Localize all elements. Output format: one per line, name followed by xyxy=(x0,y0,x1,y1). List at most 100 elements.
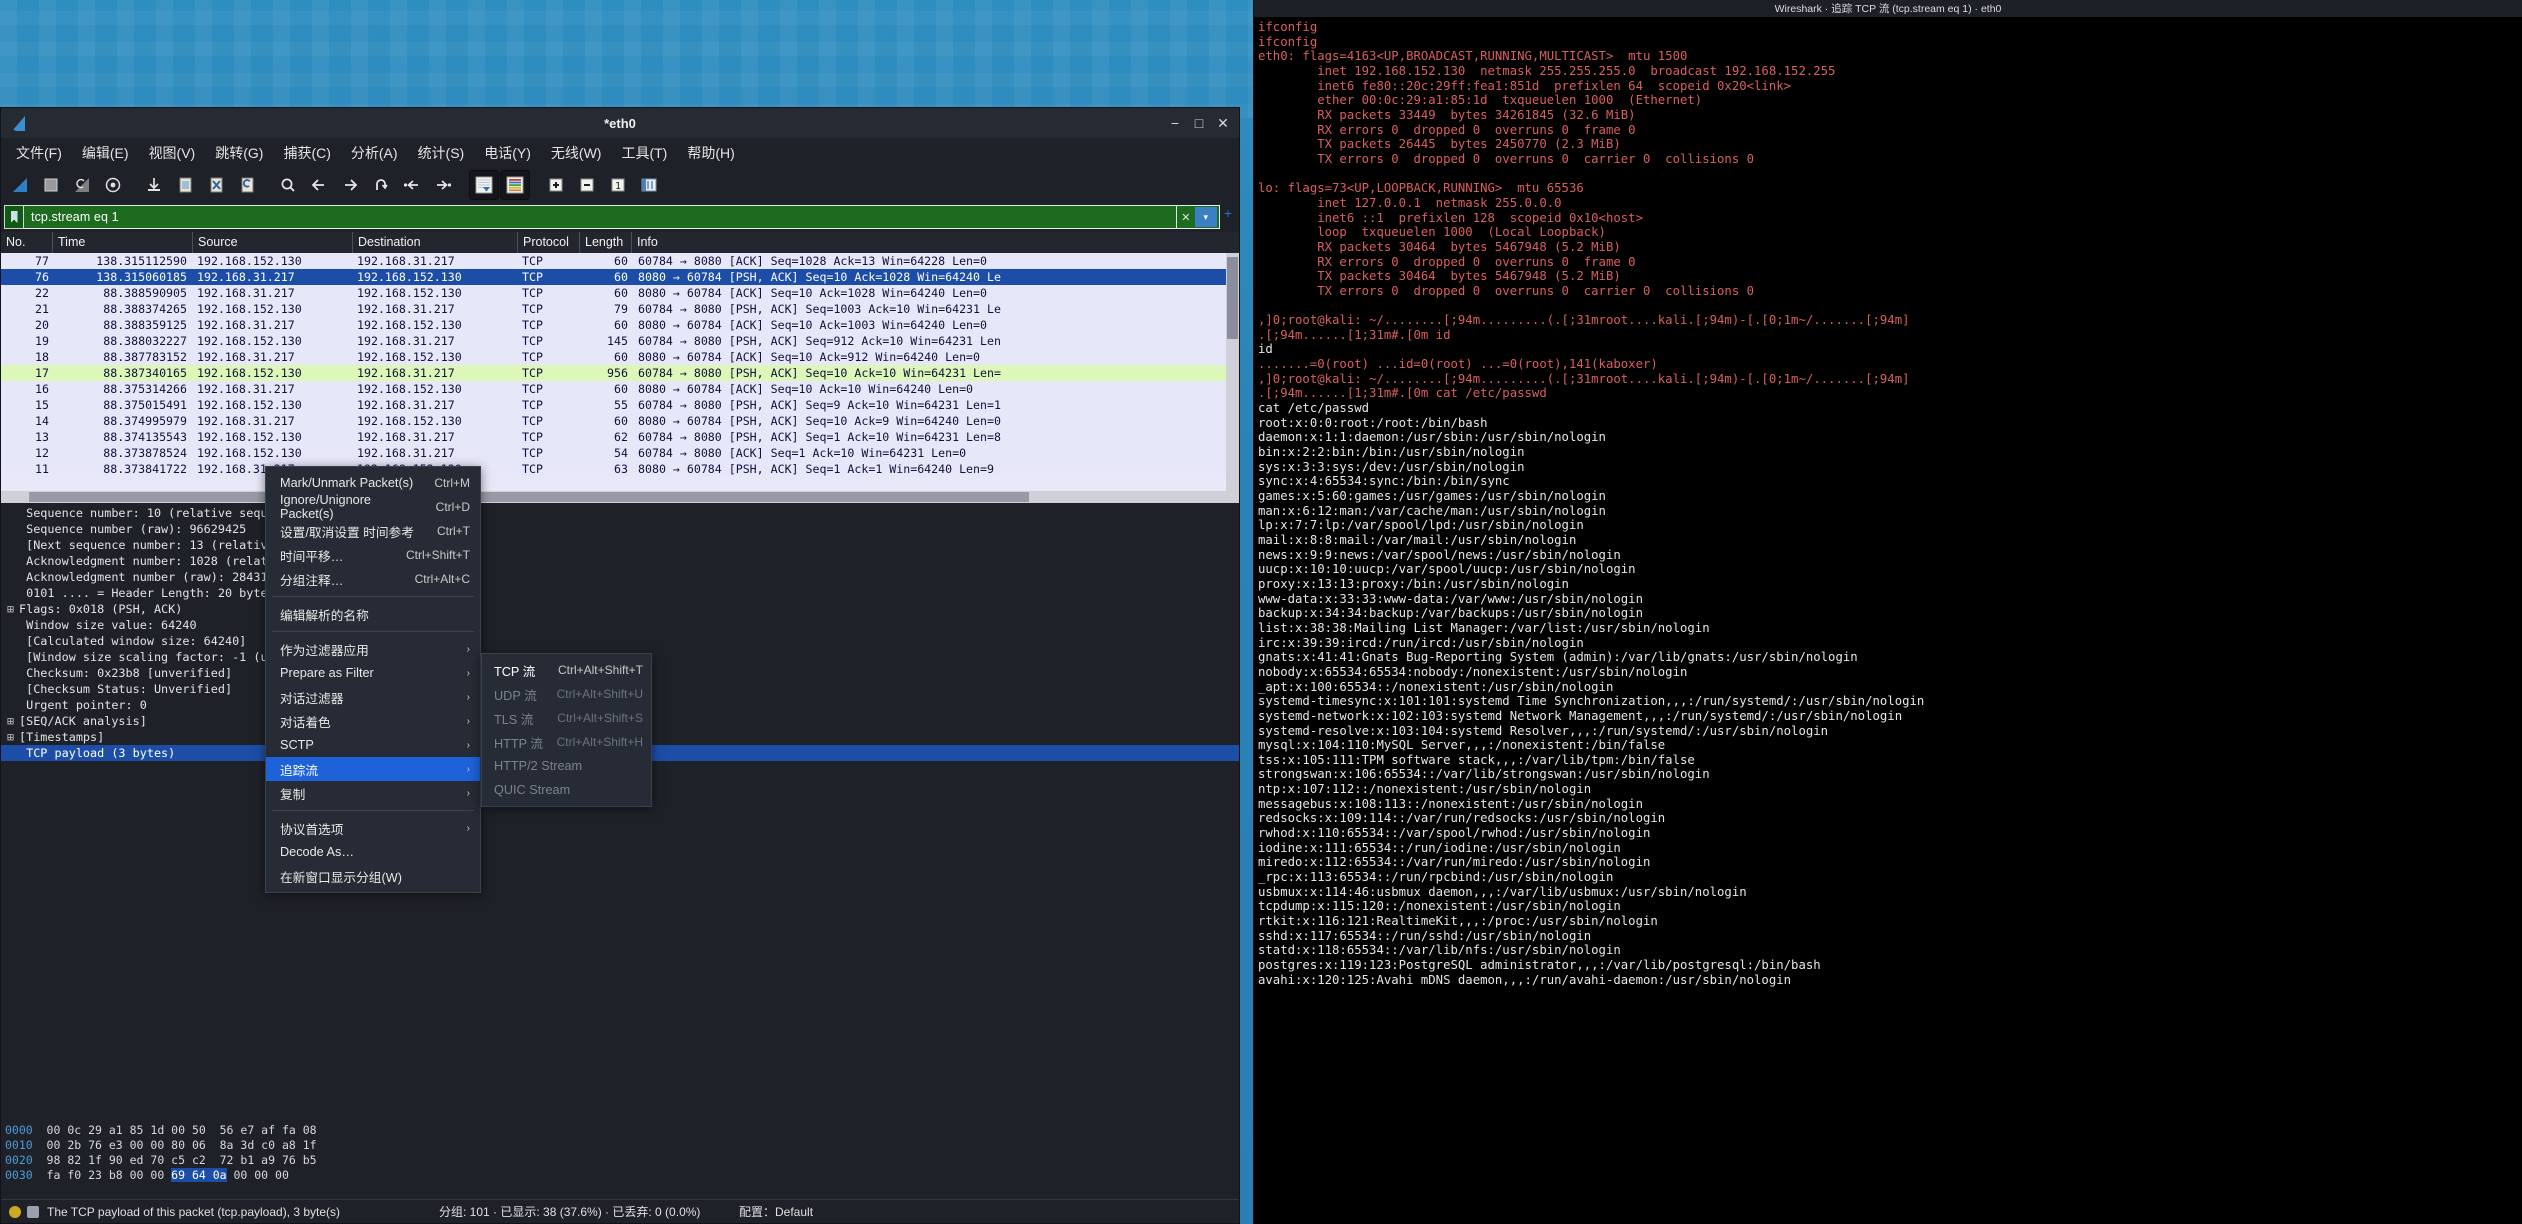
packet-row[interactable]: 15 88.375015491 192.168.152.130 192.168.31.… xyxy=(1,397,1239,413)
packet-list-rows[interactable]: 77 138.315112590 192.168.152.130 192.168.31… xyxy=(1,253,1239,491)
menu-telephony[interactable]: 电话(Y) xyxy=(475,140,540,166)
detail-row[interactable]: ⊞ Flags: 0x018 (PSH, ACK) xyxy=(1,601,1239,617)
zoom-reset-icon[interactable]: 1 xyxy=(603,170,633,200)
context-menu-item[interactable]: 在新窗口显示分组(W) xyxy=(266,864,480,888)
packet-row[interactable]: 18 88.387783152 192.168.31.217 192.168.152.… xyxy=(1,349,1239,365)
menu-file[interactable]: 文件(F) xyxy=(7,140,71,166)
hex-dump-row[interactable]: 0000 00 0c 29 a1 85 1d 00 50 56 e7 af fa… xyxy=(1,1123,1239,1138)
menu-help[interactable]: 帮助(H) xyxy=(678,140,743,166)
save-file-icon[interactable] xyxy=(170,170,200,200)
context-menu-item[interactable]: SCTP › xyxy=(266,733,480,757)
go-first-packet-icon[interactable] xyxy=(397,170,427,200)
tree-expander-icon[interactable]: ⊞ xyxy=(7,713,19,729)
restart-capture-icon[interactable] xyxy=(67,170,97,200)
close-file-icon[interactable] xyxy=(201,170,231,200)
menu-statistics[interactable]: 统计(S) xyxy=(409,140,474,166)
context-menu-item[interactable]: 作为过滤器应用 › xyxy=(266,637,480,661)
context-menu-item[interactable]: 时间平移… Ctrl+Shift+T xyxy=(266,543,480,567)
detail-row[interactable]: Sequence number: 10 (relative sequence xyxy=(1,505,1239,521)
hex-dump-row[interactable]: 0030 fa f0 23 b8 00 00 69 64 0a 00 00 00 xyxy=(1,1168,1239,1183)
context-menu-item[interactable]: 复制 › xyxy=(266,781,480,805)
context-menu-item[interactable]: Prepare as Filter › xyxy=(266,661,480,685)
packet-row[interactable]: 76 138.315060185 192.168.31.217 192.168.152… xyxy=(1,269,1239,285)
expert-info-icon[interactable] xyxy=(27,1205,39,1218)
stop-capture-icon[interactable] xyxy=(36,170,66,200)
zoom-in-icon[interactable] xyxy=(541,170,571,200)
packet-row[interactable]: 16 88.375314266 192.168.31.217 192.168.152.… xyxy=(1,381,1239,397)
detail-row[interactable]: [Next sequence number: 13 (relative seq xyxy=(1,537,1239,553)
find-packet-icon[interactable] xyxy=(273,170,303,200)
hex-dump-row[interactable]: 0010 00 2b 76 e3 00 00 80 06 8a 3d c0 a8… xyxy=(1,1138,1239,1153)
go-forward-icon[interactable] xyxy=(335,170,365,200)
status-profile[interactable]: 配置：Default xyxy=(739,1203,813,1220)
packet-list-vscrollbar[interactable] xyxy=(1226,253,1239,491)
packet-row[interactable]: 12 88.373878524 192.168.152.130 192.168.31.… xyxy=(1,445,1239,461)
packet-list-vscroll-thumb[interactable] xyxy=(1227,257,1238,339)
go-last-packet-icon[interactable] xyxy=(428,170,458,200)
auto-scroll-icon[interactable] xyxy=(469,170,499,200)
hex-dump-row[interactable]: 0020 98 82 1f 90 ed 70 c5 c2 72 b1 a9 76… xyxy=(1,1153,1239,1168)
context-menu-item[interactable]: 分组注释… Ctrl+Alt+C xyxy=(266,567,480,591)
packet-details-pane[interactable]: Sequence number: 10 (relative sequence S… xyxy=(1,503,1239,1121)
filter-dropdown-icon[interactable]: ▾ xyxy=(1194,207,1217,227)
packet-row[interactable]: 21 88.388374265 192.168.152.130 192.168.31.… xyxy=(1,301,1239,317)
context-menu-item[interactable]: 编辑解析的名称 xyxy=(266,602,480,626)
context-menu-item[interactable]: Ignore/Unignore Packet(s) Ctrl+D xyxy=(266,493,480,521)
column-header-info[interactable]: Info xyxy=(632,232,1239,253)
packet-row[interactable]: 14 88.374995979 192.168.31.217 192.168.152.… xyxy=(1,413,1239,429)
filter-bookmark-icon[interactable] xyxy=(4,205,24,229)
tree-expander-icon[interactable]: ⊞ xyxy=(7,601,19,617)
packet-row[interactable]: 1188.373841722192.168.31.217192.168.152.… xyxy=(1,461,1239,477)
menu-edit[interactable]: 编辑(E) xyxy=(73,140,138,166)
packet-row[interactable]: 20 88.388359125 192.168.31.217 192.168.152.… xyxy=(1,317,1239,333)
menu-go[interactable]: 跳转(G) xyxy=(206,140,272,166)
column-header-no[interactable]: No. xyxy=(1,232,53,253)
detail-row[interactable]: Acknowledgment number: 1028 (relative a xyxy=(1,553,1239,569)
reload-file-icon[interactable] xyxy=(232,170,262,200)
packet-row[interactable]: 13 88.374135543 192.168.152.130 192.168.31.… xyxy=(1,429,1239,445)
resize-columns-icon[interactable] xyxy=(634,170,664,200)
context-menu-item[interactable]: 设置/取消设置 时间参考 Ctrl+T xyxy=(266,519,480,543)
menu-analyze[interactable]: 分析(A) xyxy=(342,140,407,166)
terminal-output[interactable]: ifconfig ifconfig eth0: flags=4163<UP,BROA… xyxy=(1254,17,2522,1224)
zoom-out-icon[interactable] xyxy=(572,170,602,200)
tree-expander-icon[interactable]: ⊞ xyxy=(7,729,19,745)
packet-list-hscroll-thumb[interactable] xyxy=(29,492,1029,502)
context-menu-item[interactable]: 对话过滤器 › xyxy=(266,685,480,709)
column-header-destination[interactable]: Destination xyxy=(353,232,518,253)
capture-options-icon[interactable] xyxy=(98,170,128,200)
clear-filter-icon[interactable]: ✕ xyxy=(1179,211,1193,224)
menu-tools[interactable]: 工具(T) xyxy=(612,140,676,166)
context-menu-item[interactable]: Decode As… xyxy=(266,840,480,864)
column-header-source[interactable]: Source xyxy=(193,232,353,253)
packet-bytes-pane[interactable]: 0000 00 0c 29 a1 85 1d 00 50 56 e7 af fa… xyxy=(1,1121,1239,1199)
start-capture-icon[interactable] xyxy=(5,170,35,200)
go-to-packet-icon[interactable] xyxy=(366,170,396,200)
packet-context-menu[interactable]: Mark/Unmark Packet(s) Ctrl+M Ignore/Unigno… xyxy=(265,466,481,893)
packet-list-hscrollbar[interactable] xyxy=(1,491,1239,503)
packet-row[interactable]: 19 88.388032227 192.168.152.130 192.168.31.… xyxy=(1,333,1239,349)
column-header-time[interactable]: Time xyxy=(53,232,193,253)
open-file-icon[interactable] xyxy=(139,170,169,200)
context-menu-item[interactable]: Mark/Unmark Packet(s) Ctrl+M xyxy=(266,471,480,495)
detail-row[interactable]: Window size value: 64240 xyxy=(1,617,1239,633)
packet-row[interactable]: 22 88.388590905 192.168.31.217 192.168.152.… xyxy=(1,285,1239,301)
context-menu-item[interactable]: 对话着色 › xyxy=(266,709,480,733)
submenu-item[interactable]: TCP 流 Ctrl+Alt+Shift+T xyxy=(482,658,651,682)
packet-row[interactable]: 17 88.387340165 192.168.152.130 192.168.31.… xyxy=(1,365,1239,381)
menu-wireless[interactable]: 无线(W) xyxy=(542,140,611,166)
display-filter-input[interactable]: tcp.stream eq 1 xyxy=(24,205,1177,229)
menu-capture[interactable]: 捕获(C) xyxy=(274,140,339,166)
follow-stream-submenu[interactable]: TCP 流 Ctrl+Alt+Shift+T UDP 流 Ctrl+Alt+Shift… xyxy=(481,653,652,807)
detail-row[interactable]: Sequence number (raw): 96629425 xyxy=(1,521,1239,537)
context-menu-item[interactable]: 追踪流 › xyxy=(266,757,480,781)
detail-row[interactable]: 0101 .... = Header Length: 20 bytes (5) xyxy=(1,585,1239,601)
packet-row[interactable]: 77 138.315112590 192.168.152.130 192.168.31… xyxy=(1,253,1239,269)
menu-view[interactable]: 视图(V) xyxy=(140,140,205,166)
detail-row[interactable]: [Calculated window size: 64240] xyxy=(1,633,1239,649)
context-menu-item[interactable]: 协议首选项 › xyxy=(266,816,480,840)
colorize-icon[interactable] xyxy=(500,170,530,200)
detail-row[interactable]: Acknowledgment number (raw): 2843129124 xyxy=(1,569,1239,585)
go-back-icon[interactable] xyxy=(304,170,334,200)
add-filter-button[interactable]: + xyxy=(1219,205,1236,229)
